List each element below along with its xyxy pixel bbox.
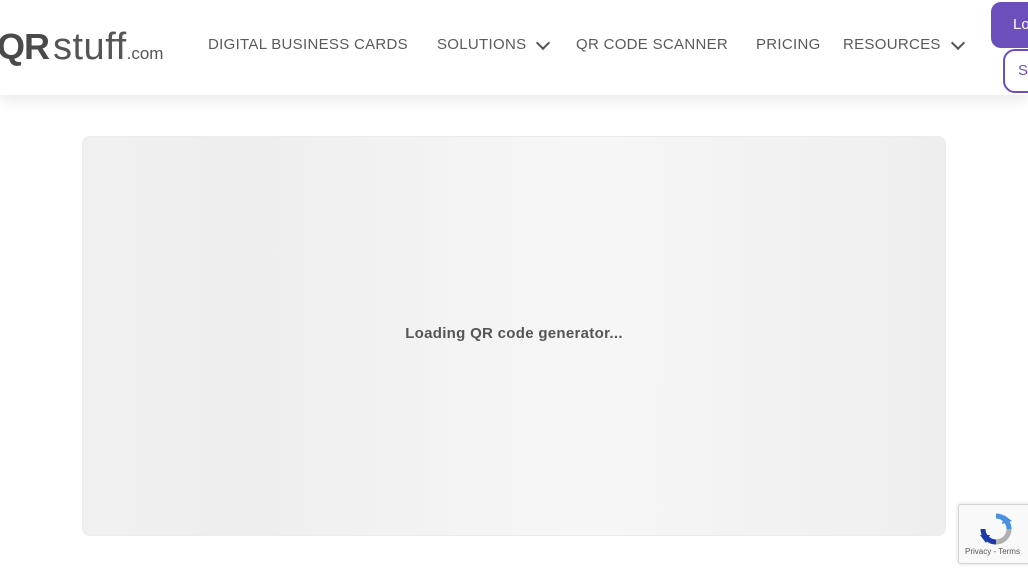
- nav-item-label: PRICING: [756, 36, 821, 53]
- recaptcha-icon: [980, 513, 1012, 545]
- nav-item-label: SOLUTIONS: [437, 36, 527, 53]
- chevron-down-icon: [950, 35, 965, 50]
- nav-item-label: DIGITAL BUSINESS CARDS: [208, 36, 408, 53]
- site-header: QR stuff .com DIGITAL BUSINESS CARDS SOL…: [0, 0, 1028, 95]
- nav-qr-code-scanner[interactable]: QR CODE SCANNER: [576, 34, 728, 56]
- nav-item-label: RESOURCES: [843, 36, 941, 53]
- login-button[interactable]: Login: [991, 2, 1028, 48]
- loading-message: Loading QR code generator...: [405, 325, 623, 342]
- logo-stuff-text: stuff: [53, 26, 127, 68]
- qrstuff-logo[interactable]: QR stuff .com: [0, 26, 164, 68]
- nav-pricing[interactable]: PRICING: [756, 34, 821, 56]
- logo-qr-text: QR: [0, 26, 50, 67]
- logo-com-text: .com: [126, 44, 164, 63]
- signup-button[interactable]: Sign up: [1003, 49, 1028, 93]
- recaptcha-badge[interactable]: Privacy - Terms: [958, 504, 1028, 564]
- qr-generator-loading-panel: Loading QR code generator...: [82, 136, 946, 536]
- recaptcha-links[interactable]: Privacy - Terms: [965, 547, 1020, 556]
- nav-resources[interactable]: RESOURCES: [843, 34, 965, 56]
- nav-item-label: QR CODE SCANNER: [576, 36, 729, 53]
- nav-solutions[interactable]: SOLUTIONS: [437, 34, 551, 56]
- chevron-down-icon: [536, 35, 551, 50]
- nav-digital-business-cards[interactable]: DIGITAL BUSINESS CARDS: [208, 34, 408, 56]
